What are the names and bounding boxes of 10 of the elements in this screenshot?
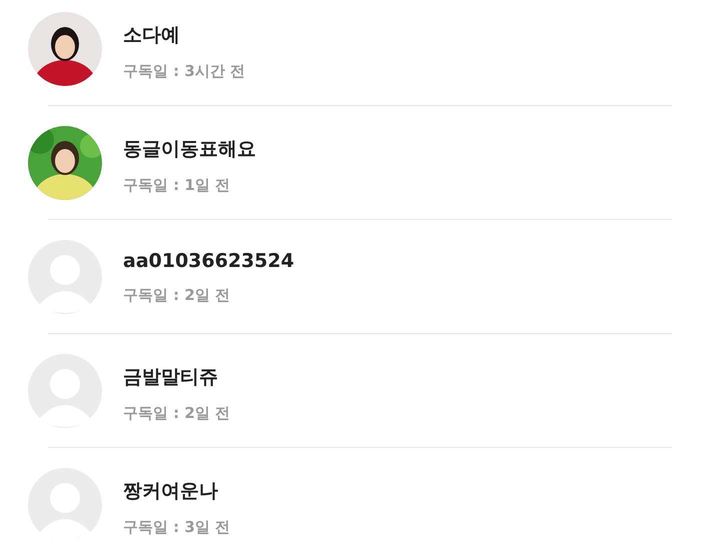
subscription-date: 구독일 : 2일 전 bbox=[123, 286, 232, 305]
subscriber-name: 짱커여운나 bbox=[123, 479, 219, 504]
subscriber-name: 동글이동표해요 bbox=[123, 137, 256, 162]
subscriber-name: aa01036623524 bbox=[123, 250, 294, 272]
subscriber-name: 금발말티쥬 bbox=[123, 365, 219, 390]
subscription-date: 구독일 : 1일 전 bbox=[123, 176, 232, 195]
subscription-date: 구독일 : 2일 전 bbox=[123, 404, 230, 423]
subscriber-name: 소다예 bbox=[123, 23, 181, 48]
subscription-date: 구독일 : 3시간 전 bbox=[123, 62, 246, 81]
subscription-date: 구독일 : 3일 전 bbox=[123, 518, 230, 537]
